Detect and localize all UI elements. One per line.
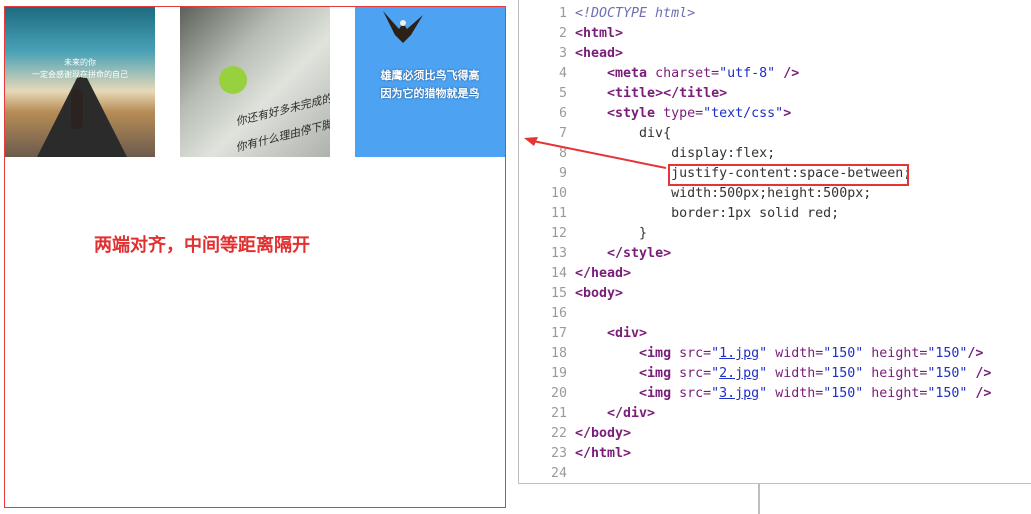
line-number: 19	[550, 366, 567, 381]
code-line[interactable]: 18 <img src="1.jpg" width="150" height="…	[519, 344, 983, 364]
line-number: 6	[558, 106, 567, 121]
code-text[interactable]: <style type="text/css">	[575, 106, 791, 121]
code-line[interactable]: 16	[519, 304, 575, 324]
code-text[interactable]: <html>	[575, 26, 623, 41]
code-line[interactable]: 22 </body>	[519, 424, 631, 444]
code-text[interactable]: <head>	[575, 46, 623, 61]
code-line[interactable]: 23 </html>	[519, 444, 631, 464]
code-text[interactable]: border:1px solid red;	[575, 206, 839, 221]
eagle-caption-line-1: 雄鹰必须比鸟飞得高	[380, 69, 480, 82]
code-text[interactable]: <img src="2.jpg" width="150" height="150…	[575, 366, 991, 381]
line-number: 2	[558, 26, 567, 41]
line-number: 17	[550, 326, 567, 341]
eagle-icon	[383, 11, 423, 43]
code-text[interactable]: <!DOCTYPE html>	[575, 6, 695, 21]
green-dot	[219, 66, 247, 94]
code-line[interactable]: 5 <title></title>	[519, 84, 727, 104]
flex-preview-container: 未来的你 一定会感谢现在拼命的自己 你还有好多未完成的梦 你有什么理由停下脚步 …	[4, 6, 506, 508]
eagle-photo: 雄鹰必须比鸟飞得高 因为它的猎物就是鸟	[355, 7, 505, 157]
line-number: 10	[550, 186, 567, 201]
line-number: 21	[550, 406, 567, 421]
code-editor[interactable]: 1 <!DOCTYPE html> 2 <html> 3 <head> 4 <meta ch…	[518, 0, 1031, 484]
code-line[interactable]: 3 <head>	[519, 44, 623, 64]
photo-text-line-2: 一定会感谢现在拼命的自己	[32, 70, 128, 79]
line-number: 15	[550, 286, 567, 301]
line-number: 12	[550, 226, 567, 241]
line-number: 16	[550, 306, 567, 321]
code-line[interactable]: 19 <img src="2.jpg" width="150" height="…	[519, 364, 991, 384]
line-number: 4	[558, 66, 567, 81]
code-line[interactable]: 2 <html>	[519, 24, 623, 44]
line-number: 1	[558, 6, 567, 21]
code-text[interactable]: <body>	[575, 286, 623, 301]
line-number: 18	[550, 346, 567, 361]
code-line[interactable]: 15 <body>	[519, 284, 623, 304]
road-photo: 未来的你 一定会感谢现在拼命的自己	[5, 7, 155, 157]
code-text[interactable]: </html>	[575, 446, 631, 461]
line-number: 23	[550, 446, 567, 461]
line-number: 22	[550, 426, 567, 441]
arrow-icon	[524, 137, 667, 169]
code-text[interactable]: </div>	[575, 406, 655, 421]
line-number: 11	[550, 206, 567, 221]
code-text[interactable]: </style>	[575, 246, 671, 261]
code-text[interactable]: width:500px;height:500px;	[575, 186, 871, 201]
code-text[interactable]: <img src="1.jpg" width="150" height="150…	[575, 346, 983, 361]
code-line[interactable]: 12 }	[519, 224, 647, 244]
code-line[interactable]: 6 <style type="text/css">	[519, 104, 791, 124]
line-number: 24	[550, 466, 567, 481]
code-text[interactable]: <meta charset="utf-8" />	[575, 66, 799, 81]
code-line[interactable]: 11 border:1px solid red;	[519, 204, 839, 224]
code-line[interactable]: 4 <meta charset="utf-8" />	[519, 64, 799, 84]
walking-person	[71, 89, 83, 129]
code-text[interactable]: }	[575, 226, 647, 241]
line-number: 20	[550, 386, 567, 401]
code-line[interactable]: 24	[519, 464, 575, 483]
line-number: 14	[550, 266, 567, 281]
code-line[interactable]: 1 <!DOCTYPE html>	[519, 4, 695, 24]
code-line[interactable]: 20 <img src="3.jpg" width="150" height="…	[519, 384, 991, 404]
code-text[interactable]: <title></title>	[575, 86, 727, 101]
code-text[interactable]: <img src="3.jpg" width="150" height="150…	[575, 386, 991, 401]
code-text[interactable]: <div>	[575, 326, 647, 341]
code-line[interactable]: 14 </head>	[519, 264, 631, 284]
highlight-box	[668, 164, 909, 186]
code-text[interactable]: </body>	[575, 426, 631, 441]
code-line[interactable]: 10 width:500px;height:500px;	[519, 184, 871, 204]
code-line[interactable]: 13 </style>	[519, 244, 671, 264]
eagle-caption-line-2: 因为它的猎物就是鸟	[380, 87, 480, 100]
line-number: 3	[558, 46, 567, 61]
photo-text-line-1: 未来的你	[64, 58, 96, 67]
code-line[interactable]: 21 </div>	[519, 404, 655, 424]
line-number: 5	[558, 86, 567, 101]
layout-caption: 两端对齐，中间等距离隔开	[94, 235, 310, 256]
line-number: 13	[550, 246, 567, 261]
code-line[interactable]: 17 <div>	[519, 324, 647, 344]
divider	[758, 483, 760, 514]
code-text[interactable]: </head>	[575, 266, 631, 281]
paper-note-photo: 你还有好多未完成的梦 你有什么理由停下脚步	[180, 7, 330, 157]
